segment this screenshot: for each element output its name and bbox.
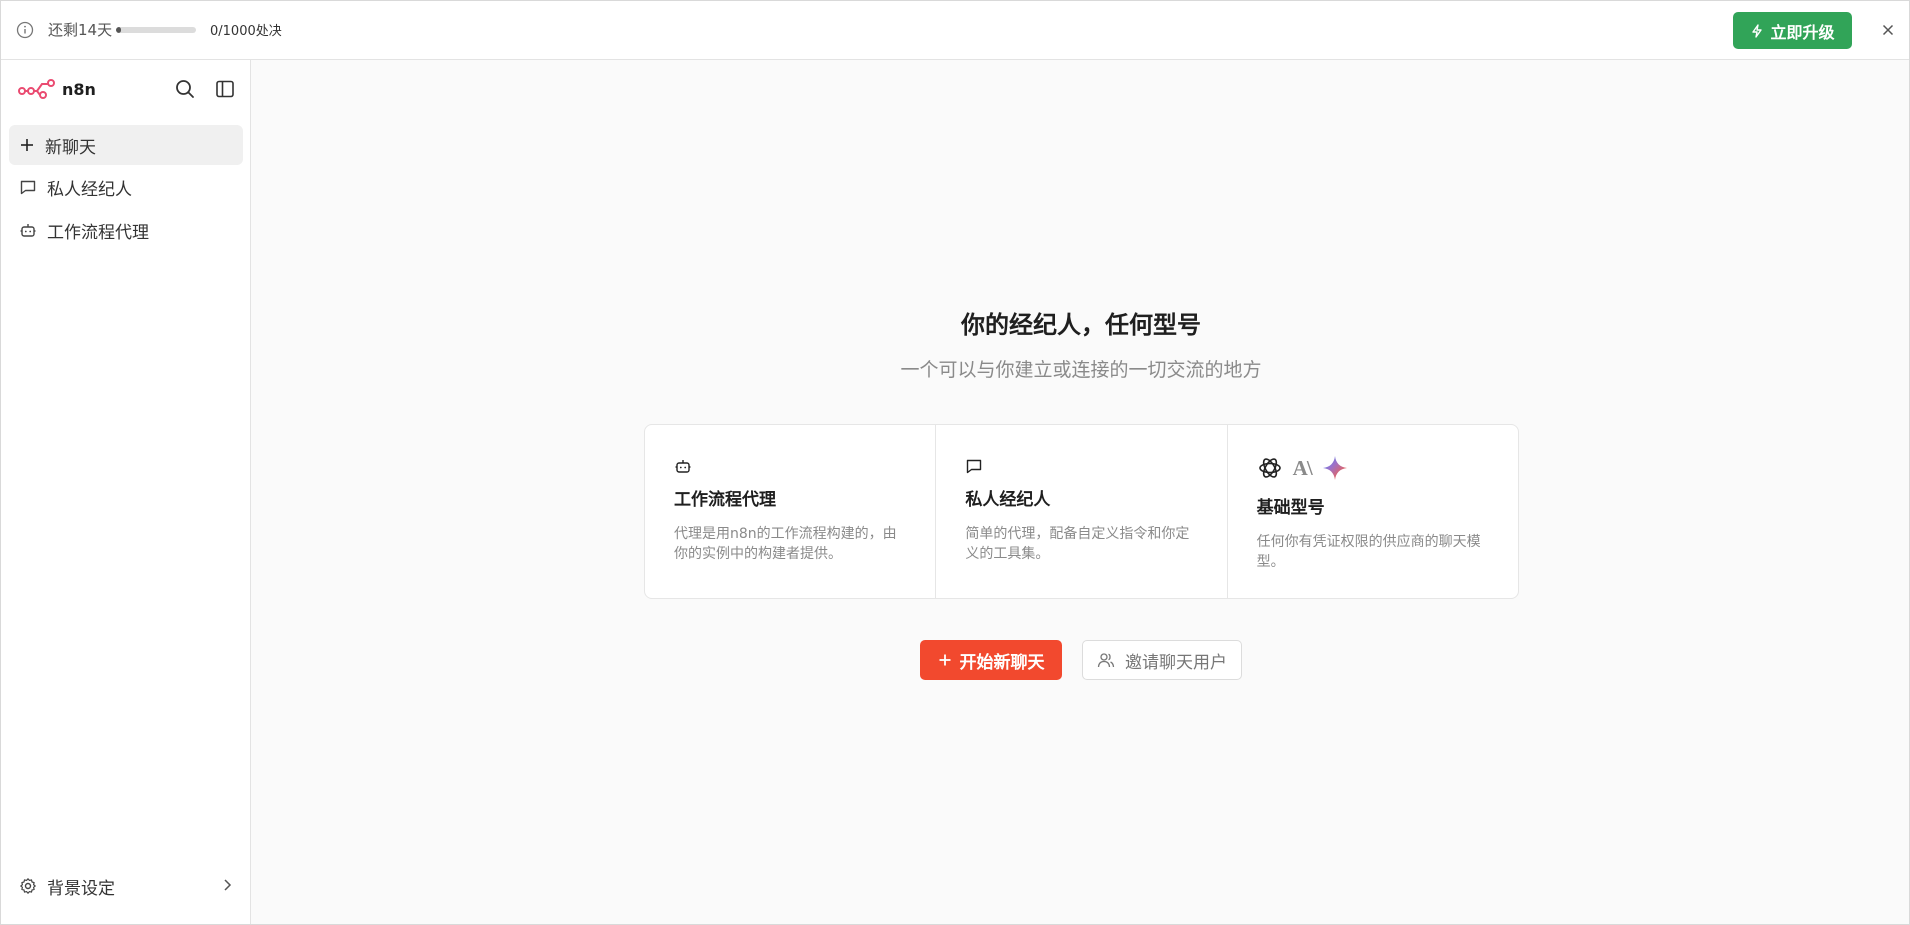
sidebar-item-new-chat[interactable]: 新聊天 [9,125,243,165]
users-icon [1097,653,1115,668]
trial-days-remaining: 还剩14天 [48,21,113,39]
plus-icon [21,139,33,151]
logo-text: n8n [62,79,96,99]
sidebar-item-label: 新聊天 [45,137,96,158]
agent-type-cards: 工作流程代理 代理是用n8n的工作流程构建的，由你的实例中的构建者提供。 私人经… [644,424,1519,599]
settings-label: 背景设定 [47,878,115,899]
card-description: 代理是用n8n的工作流程构建的，由你的实例中的构建者提供。 [674,526,897,562]
close-icon[interactable] [1879,21,1897,39]
card-description: 任何你有凭证权限的供应商的聊天模型。 [1256,534,1481,570]
n8n-logo[interactable]: n8n [18,78,96,100]
card-title: 私人经纪人 [965,490,1051,510]
openai-icon [1258,458,1281,478]
card-personal-agent[interactable]: 私人经纪人 简单的代理，配备自定义指令和你定义的工具集。 [936,425,1228,598]
lightning-icon [1752,23,1763,38]
bot-icon [20,224,36,237]
bot-icon [675,460,691,473]
chevron-right-icon [224,879,232,891]
card-workflow-agent[interactable]: 工作流程代理 代理是用n8n的工作流程构建的，由你的实例中的构建者提供。 [645,425,937,598]
start-new-chat-label: 开始新聊天 [959,652,1045,673]
info-icon [16,21,34,39]
start-new-chat-button[interactable]: 开始新聊天 [920,640,1062,680]
sidebar-item-workflow-agent[interactable]: 工作流程代理 [9,210,243,250]
sidebar-item-personal-agent[interactable]: 私人经纪人 [9,167,243,207]
app-window: 还剩14天 0/1000处决 立即升级 n8n 新聊天 私人经纪人 工作流程代理… [0,0,1910,925]
trial-banner: 还剩14天 0/1000处决 立即升级 [1,1,1909,60]
executions-count: 0/1000处决 [210,24,282,39]
card-title: 工作流程代理 [674,490,776,510]
sidebar-item-label: 工作流程代理 [47,222,149,243]
main-content: 你的经纪人，任何型号 一个可以与你建立或连接的一切交流的地方 工作流程代理 代理… [251,60,1909,924]
upgrade-label: 立即升级 [1770,22,1835,42]
trial-progress-fill [116,27,121,33]
invite-chat-users-button[interactable]: 邀请聊天用户 [1082,640,1242,680]
message-icon [967,459,982,474]
card-title: 基础型号 [1256,498,1325,518]
trial-progress-bar [116,27,196,33]
card-base-models[interactable]: A\ 基础型号 任何你有凭证权限的供应商的聊天模型。 [1228,425,1518,598]
sidebar-item-settings[interactable]: 背景设定 [9,866,243,906]
page-subtitle: 一个可以与你建立或连接的一切交流的地方 [900,359,1262,381]
invite-chat-users-label: 邀请聊天用户 [1125,652,1227,673]
gear-icon [20,878,36,894]
plus-icon [939,654,950,666]
card-description: 简单的代理，配备自定义指令和你定义的工具集。 [965,526,1190,562]
sidebar-item-label: 私人经纪人 [47,179,132,200]
gemini-icon [1322,456,1347,480]
search-icon[interactable] [174,78,196,100]
anthropic-icon: A\ [1292,455,1313,480]
upgrade-now-button[interactable]: 立即升级 [1733,12,1852,49]
n8n-logo-icon [18,79,55,99]
sidebar-toggle-icon[interactable] [214,78,236,100]
page-title: 你的经纪人，任何型号 [961,311,1201,339]
sidebar: n8n 新聊天 私人经纪人 工作流程代理 背景设定 [1,60,251,924]
message-icon [20,180,36,195]
